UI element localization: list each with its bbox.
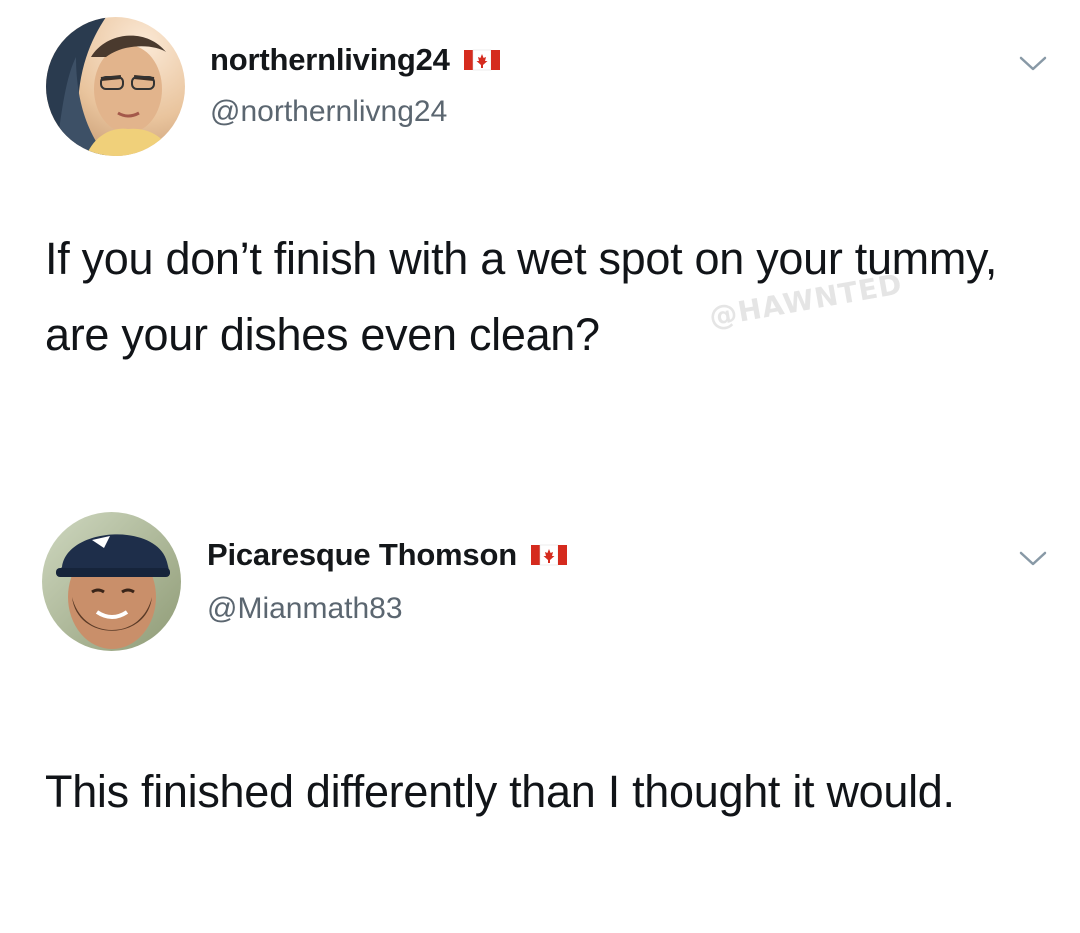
canada-flag-icon	[530, 544, 567, 566]
tweet-text: This finished differently than I thought…	[45, 766, 955, 817]
avatar[interactable]	[46, 17, 185, 156]
chevron-down-icon[interactable]	[1018, 55, 1048, 73]
author-name-row: Picaresque Thomson	[207, 537, 567, 573]
tweet-text: If you don’t finish with a wet spot on y…	[45, 233, 998, 360]
chevron-down-icon[interactable]	[1018, 550, 1048, 568]
tweet-2: Picaresque Thomson @Mianmath83 This fini…	[0, 470, 1080, 933]
user-handle[interactable]: @northernlivng24	[210, 95, 447, 129]
canada-flag-icon	[463, 49, 500, 71]
avatar[interactable]	[42, 512, 181, 651]
tweet-1: northernliving24 @northernlivng24 If you…	[0, 0, 1080, 470]
author-name-row: northernliving24	[210, 42, 500, 78]
display-name[interactable]: Picaresque Thomson	[207, 537, 517, 573]
user-handle[interactable]: @Mianmath83	[207, 592, 403, 626]
display-name[interactable]: northernliving24	[210, 42, 450, 78]
